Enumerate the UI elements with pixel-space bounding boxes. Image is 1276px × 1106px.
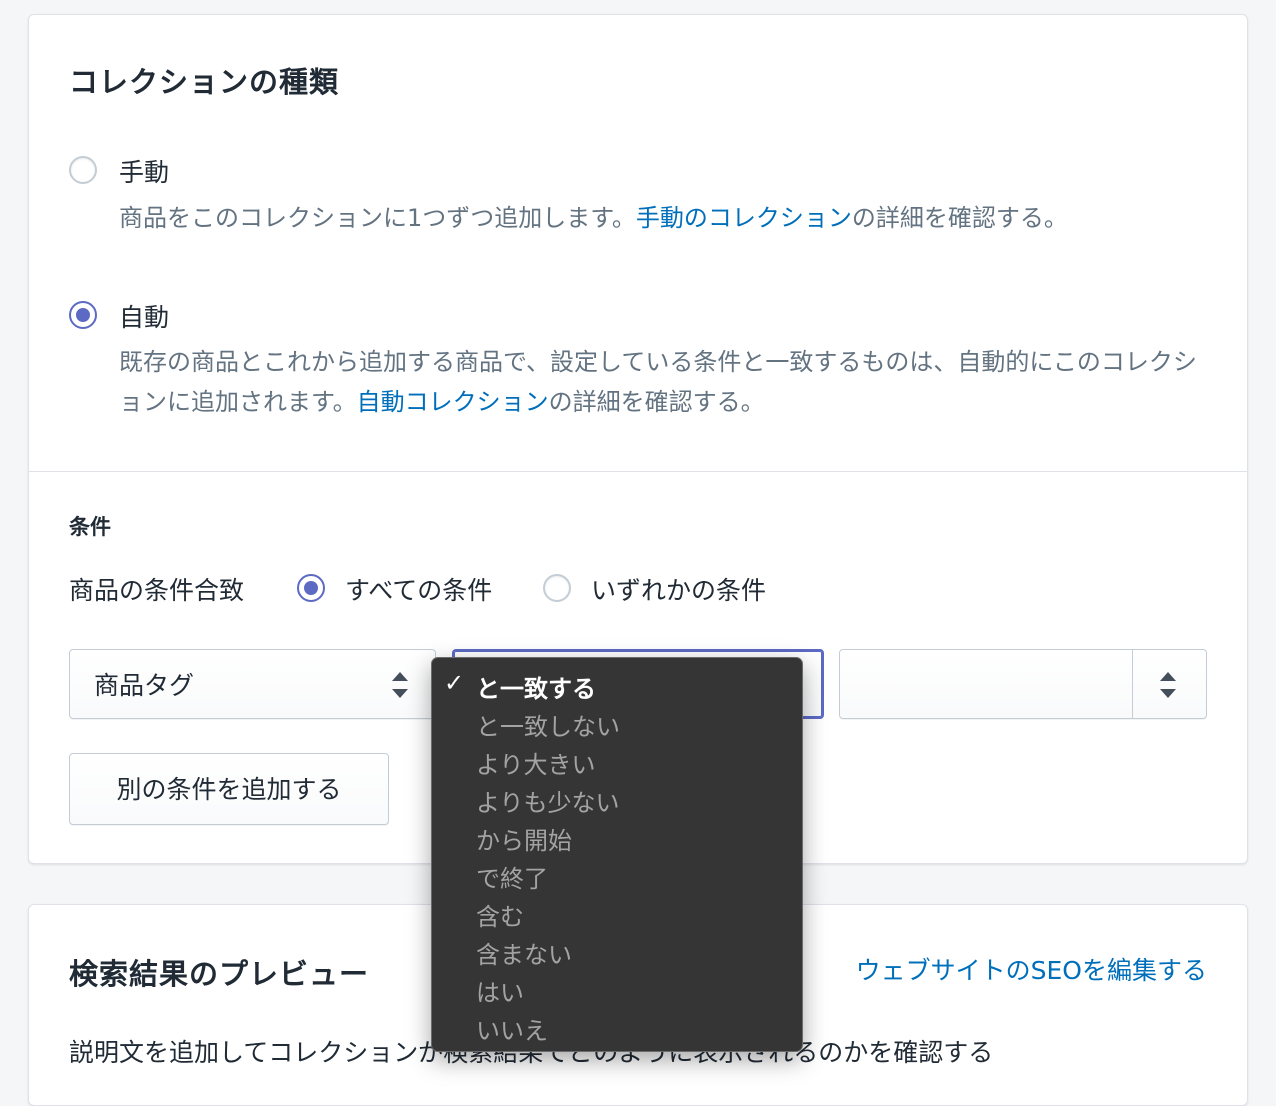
auto-collection-link[interactable]: 自動コレクション [357, 388, 549, 416]
match-any-label: いずれかの条件 [591, 576, 767, 605]
manual-radio[interactable] [69, 156, 97, 184]
auto-description: 既存の商品とこれから追加する商品で、設定している条件と一致するものは、自動的にこ… [119, 342, 1219, 422]
manual-description: 商品をこのコレクションに1つずつ追加します。手動のコレクションの詳細を確認する。 [119, 198, 1219, 238]
operator-dropdown-menu: ✓ と一致する と一致しない より大きい よりも少ない から開始 で終了 含む … [431, 657, 803, 1052]
checkmark-icon: ✓ [444, 669, 465, 697]
menu-item[interactable]: と一致しない [476, 707, 620, 742]
menu-item[interactable]: から開始 [476, 821, 572, 856]
manual-label: 手動 [119, 158, 170, 187]
menu-item[interactable]: 含む [476, 897, 524, 932]
manual-collection-link[interactable]: 手動のコレクション [636, 204, 852, 232]
manual-desc-text: 商品をこのコレクションに1つずつ追加します。 [119, 204, 636, 232]
radio-dot [304, 581, 318, 595]
condition-value-input[interactable] [839, 649, 1207, 719]
manual-desc-suffix: の詳細を確認する。 [851, 204, 1068, 232]
menu-item[interactable]: よりも少ない [476, 783, 620, 818]
condition-field-select[interactable]: 商品タグ [69, 649, 436, 719]
input-divider [1132, 650, 1133, 718]
menu-item[interactable]: いいえ [476, 1011, 548, 1046]
seo-preview-title: 検索結果のプレビュー [69, 957, 370, 991]
add-condition-button[interactable]: 別の条件を追加する [69, 753, 389, 825]
menu-item[interactable]: より大きい [476, 745, 596, 780]
match-any-radio[interactable] [543, 574, 571, 602]
menu-item[interactable]: はい [476, 973, 524, 1008]
conditions-title: 条件 [69, 515, 111, 539]
section-divider [29, 471, 1247, 472]
radio-dot [76, 308, 90, 322]
menu-item[interactable]: 含まない [476, 935, 572, 970]
auto-desc-suffix: の詳細を確認する。 [548, 388, 765, 416]
edit-seo-link[interactable]: ウェブサイトのSEOを編集する [856, 951, 1207, 987]
auto-label: 自動 [119, 303, 170, 332]
menu-item[interactable]: と一致する [476, 669, 596, 704]
select-arrows-icon [392, 672, 408, 698]
match-all-radio[interactable] [297, 574, 325, 602]
collection-type-title: コレクションの種類 [69, 65, 340, 99]
value-stepper-icon[interactable] [1160, 672, 1176, 698]
menu-item[interactable]: で終了 [476, 859, 548, 894]
condition-field-value: 商品タグ [94, 671, 195, 700]
match-all-label: すべての条件 [345, 576, 493, 605]
match-label: 商品の条件合致 [69, 576, 245, 605]
auto-radio[interactable] [69, 301, 97, 329]
